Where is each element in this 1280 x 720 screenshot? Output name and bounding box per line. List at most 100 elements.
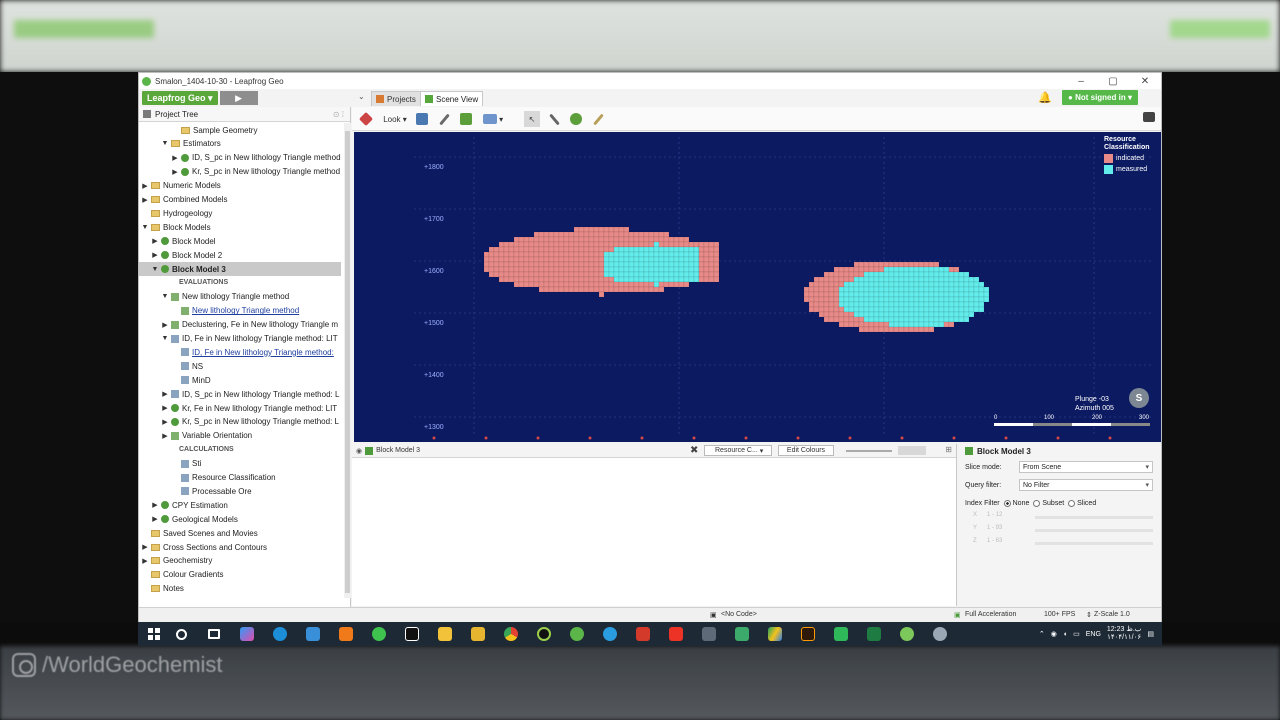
select-tool-icon[interactable]: [414, 111, 430, 127]
tree-item[interactable]: Saved Scenes and Movies: [139, 526, 258, 540]
tab-scene-view[interactable]: Scene View: [420, 91, 484, 106]
search-icon[interactable]: [169, 622, 193, 646]
tree-item[interactable]: ▶ Combined Models: [139, 193, 227, 207]
expand-down-icon[interactable]: ▼: [141, 224, 149, 231]
status-zscale[interactable]: Z-Scale 1.0: [1094, 611, 1130, 618]
tree-item[interactable]: ▶ Cross Sections and Contours: [139, 540, 267, 554]
pencil-tool-icon[interactable]: [546, 111, 562, 127]
tree-vertical-scrollbar[interactable]: [344, 123, 351, 598]
tree-item[interactable]: ▶ Kr, S_pc in New lithology Triangle meth…: [139, 165, 340, 179]
polyline-tool-icon[interactable]: [568, 111, 584, 127]
edge-icon[interactable]: [268, 622, 292, 646]
tree-item[interactable]: ▶ Block Model: [139, 234, 215, 248]
maximize-icon[interactable]: ▢: [1097, 73, 1129, 89]
task-view-icon[interactable]: [202, 622, 226, 646]
tree-item[interactable]: Notes: [139, 582, 184, 596]
radio-none[interactable]: [1003, 499, 1011, 507]
tree-item[interactable]: ▶ Variable Orientation: [139, 429, 252, 443]
folder-icon[interactable]: [466, 622, 490, 646]
expand-right-icon[interactable]: ▶: [151, 515, 159, 523]
battery-icon[interactable]: ▭: [1073, 630, 1080, 638]
expand-right-icon[interactable]: ▶: [151, 237, 159, 245]
tree-item[interactable]: ▶ ID, S_pc in New lithology Triangle meth…: [139, 387, 339, 401]
app-green-icon[interactable]: [730, 622, 754, 646]
tree-item[interactable]: ▶ Numeric Models: [139, 179, 221, 193]
copilot-icon[interactable]: [235, 622, 259, 646]
ruler-tool-icon[interactable]: [436, 111, 452, 127]
sign-in-button[interactable]: ● Not signed in ▾: [1062, 90, 1138, 105]
leapfrog-geo-menu-button[interactable]: Leapfrog Geo ▾: [142, 91, 218, 105]
tree-item[interactable]: Colour Gradients: [139, 568, 223, 582]
chrome-icon[interactable]: [499, 622, 523, 646]
chevron-down-icon[interactable]: ⌄: [358, 92, 365, 101]
calculator-icon[interactable]: [697, 622, 721, 646]
dim-slider[interactable]: [1035, 529, 1153, 532]
compass-icon[interactable]: S: [1129, 388, 1149, 408]
pointer-tool-icon[interactable]: [358, 111, 374, 127]
expand-right-icon[interactable]: ▶: [161, 390, 169, 398]
tree-item[interactable]: Resource Classification: [139, 471, 276, 485]
play-button[interactable]: ▶: [219, 91, 258, 105]
clock[interactable]: 12:23 ب.ظ ۱۴۰۴/۱۱/۰۶: [1107, 626, 1141, 642]
expand-right-icon[interactable]: ▶: [141, 543, 149, 551]
tree-item[interactable]: ▼ Block Model 3: [139, 262, 341, 276]
tree-item[interactable]: ▶ Kr, S_pc in New lithology Triangle meth…: [139, 415, 339, 429]
tree-item[interactable]: ▶ Geochemistry: [139, 554, 212, 568]
radio-subset[interactable]: [1033, 499, 1041, 507]
brush-tool-icon[interactable]: [590, 111, 606, 127]
leapfrog-active-icon[interactable]: [895, 622, 919, 646]
tree-item[interactable]: ID, Fe in New lithology Triangle method:: [139, 345, 334, 359]
vpn-icon[interactable]: [829, 622, 853, 646]
illustrator-icon[interactable]: [796, 622, 820, 646]
extra-controls[interactable]: [898, 446, 926, 455]
excel-icon[interactable]: [862, 622, 886, 646]
transparency-slider[interactable]: [846, 450, 892, 452]
expand-right-icon[interactable]: ▶: [161, 418, 169, 426]
chevron-up-icon[interactable]: ⌃: [1039, 630, 1045, 638]
expand-right-icon[interactable]: ▶: [141, 196, 149, 204]
scene-viewport[interactable]: +1800 +1700 +1600 +1500 +1400 +1300 Resource …: [354, 132, 1161, 442]
app-q-icon[interactable]: [532, 622, 556, 646]
tree-item[interactable]: Sample Geometry: [139, 123, 257, 137]
close-icon[interactable]: ✕: [1129, 73, 1161, 89]
edit-colours-button[interactable]: Edit Colours: [778, 445, 834, 456]
expand-right-icon[interactable]: ▶: [161, 321, 169, 329]
tree-item[interactable]: ▼ Estimators: [139, 137, 221, 151]
dim-slider[interactable]: [1035, 542, 1153, 545]
tree-item[interactable]: ▼ Block Models: [139, 220, 211, 234]
minimize-icon[interactable]: –: [1065, 73, 1097, 89]
look-dropdown[interactable]: Look ▾: [382, 111, 408, 127]
app-gear-icon[interactable]: [928, 622, 952, 646]
volume-icon[interactable]: ◖: [1063, 631, 1067, 638]
network-icon[interactable]: ◉: [1051, 630, 1057, 638]
status-code[interactable]: <No Code>: [721, 611, 757, 618]
expand-right-icon[interactable]: ▶: [141, 557, 149, 565]
language-indicator[interactable]: ENG: [1086, 631, 1101, 638]
leapfrog-app-icon[interactable]: [565, 622, 589, 646]
tree-item[interactable]: ▼ New lithology Triangle method: [139, 290, 290, 304]
expand-right-icon[interactable]: ▶: [141, 182, 149, 190]
resource-classification-select[interactable]: Resource C... ▾: [704, 445, 772, 456]
eye-icon[interactable]: ◉: [356, 447, 362, 455]
tree-item[interactable]: ▶ Kr, Fe in New lithology Triangle method…: [139, 401, 337, 415]
pane-menu-icon[interactable]: ⊞: [945, 445, 952, 454]
tree-item[interactable]: Processable Ore: [139, 484, 252, 498]
camera-icon[interactable]: [1143, 112, 1155, 122]
scene-canvas[interactable]: +1800 +1700 +1600 +1500 +1400 +1300: [354, 132, 1161, 442]
expand-right-icon[interactable]: ▶: [161, 404, 169, 412]
tree-item[interactable]: ▶ ID, S_pc in New lithology Triangle meth…: [139, 151, 340, 165]
notifications-icon[interactable]: ▤: [1147, 630, 1154, 638]
tree-item[interactable]: NS: [139, 359, 203, 373]
expand-down-icon[interactable]: ▼: [161, 293, 169, 300]
app-red-icon[interactable]: [631, 622, 655, 646]
tree-item[interactable]: New lithology Triangle method: [139, 304, 299, 318]
tab-projects[interactable]: Projects: [371, 91, 421, 106]
expand-right-icon[interactable]: ▶: [171, 168, 179, 176]
tree-item[interactable]: ▶ Geological Models: [139, 512, 238, 526]
tree-item[interactable]: CALCULATIONS: [139, 443, 234, 457]
slice-mode-select[interactable]: From Scene: [1019, 461, 1153, 473]
tree-item[interactable]: Hydrogeology: [139, 206, 212, 220]
slice-tool-dropdown[interactable]: ▾: [480, 111, 506, 127]
radio-sliced[interactable]: [1068, 499, 1076, 507]
pin-icon[interactable]: ⊙ ⁞: [333, 110, 344, 119]
